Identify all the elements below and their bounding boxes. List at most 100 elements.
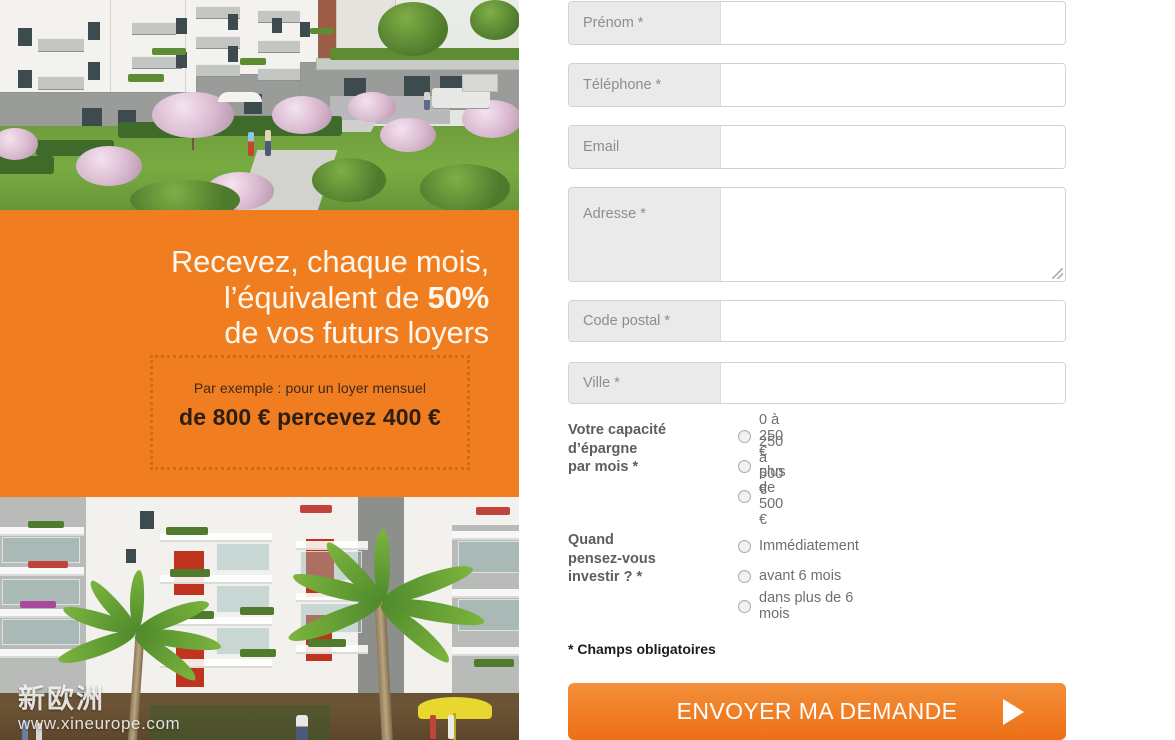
- field-telephone-label: Téléphone *: [569, 64, 721, 106]
- radio-option-plus-500[interactable]: plus de 500 €: [738, 464, 786, 528]
- person: [296, 715, 308, 740]
- balcony-planting: [20, 601, 56, 608]
- balcony-planting: [166, 527, 208, 535]
- radio-group-quand-investir-label: Quand pensez-vous investir ? *: [568, 531, 718, 587]
- window: [300, 22, 310, 37]
- promo-headline: Recevez, chaque mois, l’équivalent de 50…: [0, 244, 489, 351]
- shrub: [312, 158, 386, 202]
- window: [18, 28, 32, 46]
- balcony-planting: [474, 659, 514, 667]
- radio-button-icon[interactable]: [738, 539, 751, 553]
- radio-option-avant-6-mois[interactable]: avant 6 mois: [738, 561, 859, 591]
- promo-example-box: Par exemple : pour un loyer mensuel de 8…: [150, 355, 470, 470]
- person: [36, 723, 42, 740]
- field-email[interactable]: Email: [568, 125, 1066, 169]
- balcony-planting: [308, 639, 346, 647]
- field-ville[interactable]: Ville *: [568, 362, 1066, 404]
- balcony-planting: [28, 561, 68, 568]
- radio-button-icon[interactable]: [738, 429, 751, 443]
- label-line: Quand: [568, 532, 614, 548]
- window: [272, 18, 282, 33]
- radio-option-plus-6-mois[interactable]: dans plus de 6 mois: [738, 590, 859, 622]
- radio-option-label: plus de 500 €: [759, 464, 786, 528]
- tree: [378, 2, 448, 56]
- radio-button-icon[interactable]: [738, 569, 751, 583]
- field-email-input[interactable]: [721, 126, 1065, 168]
- window: [140, 511, 154, 529]
- submit-button-label: ENVOYER MA DEMANDE: [676, 698, 958, 724]
- submit-button[interactable]: ENVOYER MA DEMANDE: [568, 683, 1066, 740]
- balcony-planting: [170, 569, 210, 577]
- person: [424, 92, 430, 110]
- balcony: [452, 531, 519, 540]
- balcony: [132, 22, 176, 35]
- label-line: investir ? *: [568, 569, 643, 586]
- balcony: [38, 38, 84, 52]
- tree: [470, 0, 519, 40]
- glass-railing: [2, 537, 80, 563]
- field-code-postal-label: Code postal *: [569, 301, 721, 341]
- residence-courtyard-image: [0, 0, 519, 210]
- promo-example-line2: de 800 € percevez 400 €: [179, 404, 441, 430]
- balcony-planting: [476, 507, 510, 515]
- field-email-label: Email: [569, 126, 721, 168]
- glass-railing: [216, 543, 270, 571]
- balcony: [132, 56, 182, 69]
- radio-button-icon[interactable]: [738, 459, 751, 473]
- residence-palms-image: 新欧洲 www.xineurope.com: [0, 497, 519, 740]
- person: [248, 132, 254, 156]
- window: [88, 22, 100, 40]
- field-ville-input[interactable]: [721, 363, 1065, 403]
- field-prenom-label: Prénom *: [569, 2, 721, 44]
- balcony: [0, 527, 84, 536]
- radio-option-label: avant 6 mois: [759, 568, 842, 584]
- balcony: [196, 64, 240, 77]
- promo-example-line1: Par exemple : pour un loyer mensuel: [193, 380, 427, 396]
- field-telephone-input[interactable]: [721, 64, 1065, 106]
- field-code-postal[interactable]: Code postal *: [568, 300, 1066, 342]
- promo-banner: Recevez, chaque mois, l’équivalent de 50…: [0, 210, 519, 497]
- field-code-postal-input[interactable]: [721, 301, 1065, 341]
- balcony: [452, 647, 519, 656]
- window: [126, 549, 136, 563]
- balcony: [0, 567, 84, 576]
- field-prenom-input[interactable]: [721, 2, 1065, 44]
- balcony: [258, 68, 300, 81]
- field-ville-label: Ville *: [569, 363, 721, 403]
- balcony-planting: [152, 48, 186, 55]
- promo-headline-line2-text: l’équivalent de: [223, 279, 428, 315]
- field-telephone[interactable]: Téléphone *: [568, 63, 1066, 107]
- promo-headline-line1: Recevez, chaque mois,: [170, 244, 489, 279]
- field-adresse[interactable]: Adresse *: [568, 187, 1066, 282]
- radio-option-immediatement[interactable]: Immédiatement: [738, 531, 859, 561]
- person: [22, 721, 28, 740]
- radio-button-icon[interactable]: [738, 489, 751, 503]
- balcony-planting: [300, 505, 332, 513]
- parasol: [218, 92, 262, 102]
- promo-percentage: 50%: [427, 279, 490, 315]
- label-line: pensez-vous: [568, 550, 656, 567]
- balcony: [38, 76, 84, 90]
- window: [228, 46, 238, 62]
- radio-button-icon[interactable]: [738, 599, 751, 613]
- blossom-tree: [272, 96, 332, 134]
- balcony: [452, 589, 519, 598]
- person: [448, 715, 454, 739]
- shrub: [420, 164, 510, 210]
- required-fields-note: * Champs obligatoires: [568, 641, 716, 657]
- field-adresse-input[interactable]: [721, 188, 1065, 281]
- blossom-tree: [348, 92, 396, 122]
- balcony: [258, 40, 300, 53]
- balcony-planting: [28, 521, 64, 528]
- balcony-planting: [128, 74, 164, 82]
- textarea-resize-handle[interactable]: [1052, 268, 1063, 279]
- palm-frond: [374, 529, 390, 599]
- window: [176, 18, 187, 34]
- promo-headline-line3: de vos futurs loyers: [224, 315, 489, 351]
- field-adresse-label: Adresse *: [569, 188, 721, 281]
- blossom-tree: [380, 118, 436, 152]
- contact-form-panel: Prénom * Téléphone * Email Adresse * Cod…: [519, 0, 1175, 740]
- radio-group-capacite-epargne-label: Votre capacité d’épargne par mois *: [568, 421, 718, 477]
- radio-options-quand-investir: Immédiatement avant 6 mois dans plus de …: [738, 531, 859, 622]
- field-prenom[interactable]: Prénom *: [568, 1, 1066, 45]
